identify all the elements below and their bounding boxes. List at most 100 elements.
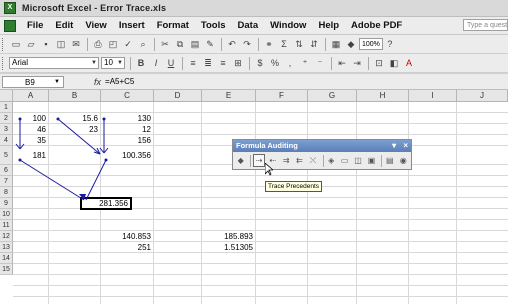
font-name-select[interactable]: Arial ▼ [9,57,99,69]
toolbar-grip[interactable] [2,56,6,70]
drawing-icon[interactable]: ◆ [344,37,358,51]
workbook-icon[interactable] [4,19,16,32]
hyperlink-icon[interactable]: ⚭ [262,37,276,51]
title-bar: X Microsoft Excel - Error Trace.xls [0,0,508,17]
italic-button[interactable]: I [149,56,163,70]
trace-dependents-icon[interactable]: ⇉ [280,154,291,167]
menu-insert[interactable]: Insert [113,20,151,31]
toolbar-separator [368,56,369,70]
tracer-arrow-a5-b9 [19,159,85,201]
formatting-toolbar: Arial ▼ 10 ▼ B I U ≡ ≣ ≡ ⊞ $ % , ⁺ ⁻ ⇤ ⇥ ⊡… [0,54,508,73]
name-box-value: B9 [25,77,35,87]
font-name-value: Arial [12,58,29,67]
menu-data[interactable]: Data [232,20,265,31]
font-color-icon[interactable]: A [402,56,416,70]
new-comment-icon[interactable]: ▭ [339,154,350,167]
watch-window-icon[interactable]: ▤ [384,154,395,167]
help-icon[interactable]: ? [383,37,397,51]
print-icon[interactable]: ⎙ [91,37,105,51]
tracer-dot [104,158,108,162]
increase-decimal-icon[interactable]: ⁺ [298,56,312,70]
toolbar-separator [221,37,222,51]
align-right-icon[interactable]: ≡ [216,56,230,70]
toolbar-options-button[interactable]: ▾ [392,141,396,150]
close-button[interactable]: × [403,141,408,150]
toolbar-grip[interactable] [2,37,6,51]
decrease-indent-icon[interactable]: ⇤ [335,56,349,70]
tracer-dot [18,117,22,121]
font-size-select[interactable]: 10 ▼ [101,57,125,69]
new-icon[interactable]: ▭ [9,37,23,51]
copy-icon[interactable]: ⧉ [173,37,187,51]
percent-button[interactable]: % [268,56,282,70]
redo-icon[interactable]: ↷ [240,37,254,51]
toolbar-separator [381,154,383,167]
menu-bar: File Edit View Insert Format Tools Data … [0,17,508,35]
remove-dependent-arrows-icon[interactable]: ⇇ [294,154,305,167]
worksheet-grid[interactable]: A B C D E F G H I J 1 2 3 4 5 6 7 8 9 10… [0,90,508,304]
menu-file[interactable]: File [21,20,49,31]
toolbar-separator [182,56,183,70]
paste-icon[interactable]: ▤ [188,37,202,51]
save-icon[interactable]: ▪ [39,37,53,51]
borders-icon[interactable]: ⊡ [372,56,386,70]
sort-descending-icon[interactable]: ⇵ [307,37,321,51]
cut-icon[interactable]: ✂ [158,37,172,51]
print-preview-icon[interactable]: ◰ [106,37,120,51]
formula-auditing-toolbar[interactable]: Formula Auditing ▾ × ◆ ⇢ ⇠ ⇉ ⇇ ⤬ ◈ ▭ ◫ ▣… [232,139,412,170]
underline-button[interactable]: U [164,56,178,70]
autosum-icon[interactable]: Σ [277,37,291,51]
menu-adobe-pdf[interactable]: Adobe PDF [345,20,408,31]
trace-precedents-icon[interactable]: ⇢ [253,154,265,167]
menu-edit[interactable]: Edit [49,20,79,31]
menu-tools[interactable]: Tools [195,20,232,31]
menu-help[interactable]: Help [312,20,345,31]
formula-input[interactable]: =A5+C5 [105,77,134,86]
toolbar-separator [331,56,332,70]
window-title: Microsoft Excel - Error Trace.xls [22,3,167,13]
undo-icon[interactable]: ↶ [225,37,239,51]
chart-wizard-icon[interactable]: ▦ [329,37,343,51]
fill-color-icon[interactable]: ◧ [387,56,401,70]
evaluate-formula-icon[interactable]: ◉ [398,154,409,167]
menu-view[interactable]: View [79,20,112,31]
email-icon[interactable]: ✉ [69,37,83,51]
trace-precedents-tooltip: Trace Precedents [265,181,323,192]
error-checking-icon[interactable]: ◆ [235,154,246,167]
trace-error-icon[interactable]: ◈ [326,154,337,167]
format-painter-icon[interactable]: ✎ [203,37,217,51]
chevron-down-icon: ▼ [117,60,123,66]
circle-invalid-data-icon[interactable]: ◫ [352,154,363,167]
name-box[interactable]: B9 ▼ [2,75,64,88]
comma-style-icon[interactable]: , [283,56,297,70]
decrease-decimal-icon[interactable]: ⁻ [313,56,327,70]
merge-center-icon[interactable]: ⊞ [231,56,245,70]
zoom-select[interactable]: 100% [359,38,383,50]
menu-format[interactable]: Format [151,20,195,31]
tracer-dot [56,117,60,121]
tracer-arrow-b [57,118,101,155]
permission-icon[interactable]: ◫ [54,37,68,51]
help-question-input[interactable]: Type a question for help [463,19,508,31]
sort-ascending-icon[interactable]: ⇅ [292,37,306,51]
research-icon[interactable]: ⌕ [136,37,150,51]
align-left-icon[interactable]: ≡ [186,56,200,70]
remove-all-arrows-icon[interactable]: ⤬ [307,154,318,167]
currency-button[interactable]: $ [253,56,267,70]
tracer-dot [18,158,22,162]
excel-window: X Microsoft Excel - Error Trace.xls File… [0,0,508,304]
increase-indent-icon[interactable]: ⇥ [350,56,364,70]
clear-validation-circles-icon[interactable]: ▣ [366,154,377,167]
spelling-icon[interactable]: ✓ [121,37,135,51]
formula-auditing-title-bar[interactable]: Formula Auditing ▾ × [233,140,411,152]
insert-function-icon[interactable]: fx [94,77,101,87]
excel-app-icon[interactable]: X [4,2,16,14]
align-center-icon[interactable]: ≣ [201,56,215,70]
bold-button[interactable]: B [134,56,148,70]
toolbar-separator [325,37,326,51]
menu-window[interactable]: Window [264,20,312,31]
standard-toolbar: ▭ ▱ ▪ ◫ ✉ ⎙ ◰ ✓ ⌕ ✂ ⧉ ▤ ✎ ↶ ↷ ⚭ Σ ⇅ ⇵ ▦ … [0,35,508,54]
tracer-arrows [15,117,109,201]
toolbar-separator [87,37,88,51]
open-icon[interactable]: ▱ [24,37,38,51]
